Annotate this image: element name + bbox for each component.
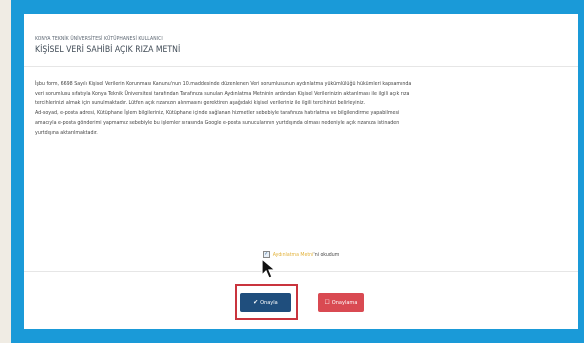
check-icon: ✔	[253, 298, 259, 306]
consent-text-line: tercihlerinizi almak için sunulmaktadır.…	[35, 100, 365, 107]
consent-text-line: amacıyla e-posta gönderimi yapmamız sebe…	[35, 119, 400, 126]
approve-label: Onayla	[260, 300, 278, 306]
consent-text-line: Ad-soyad, e-posta adresi, Kütüphane İşle…	[35, 110, 400, 117]
consent-text: İşbu form, 6698 Sayılı Kişisel Verilerin…	[35, 80, 572, 138]
form-header: KONYA TEKNİK ÜNİVERSİTESİ KÜTÜPHANESİ KU…	[35, 36, 568, 56]
form-title: KİŞİSEL VERİ SAHİBİ AÇIK RIZA METNİ	[35, 45, 181, 55]
left-strip	[0, 0, 11, 343]
header-divider	[24, 66, 578, 67]
form-subtitle: KONYA TEKNİK ÜNİVERSİTESİ KÜTÜPHANESİ KU…	[35, 36, 163, 42]
approve-button[interactable]: ✔ Onayla	[240, 293, 291, 312]
reject-button[interactable]: ☐ Onaylama	[318, 293, 364, 312]
consent-panel: KONYA TEKNİK ÜNİVERSİTESİ KÜTÜPHANESİ KU…	[24, 14, 578, 329]
footer-divider	[24, 271, 578, 272]
consent-suffix: 'ni okudum	[313, 252, 340, 258]
mouse-cursor-icon	[261, 258, 277, 279]
consent-text-line: İşbu form, 6698 Sayılı Kişisel Verilerin…	[35, 81, 412, 87]
square-icon: ☐	[324, 298, 330, 306]
consent-text-line: yurtdışına aktarılmaktadır.	[35, 129, 98, 136]
consent-checkbox[interactable]: ✓	[262, 251, 270, 258]
consent-row: ✓ Aydınlatma Metni'ni okudum	[24, 251, 578, 259]
reject-label: Onaylama	[331, 300, 358, 306]
consent-text-line: veri sorumlusu sıfatıyla Konya Teknik Ün…	[35, 90, 410, 97]
